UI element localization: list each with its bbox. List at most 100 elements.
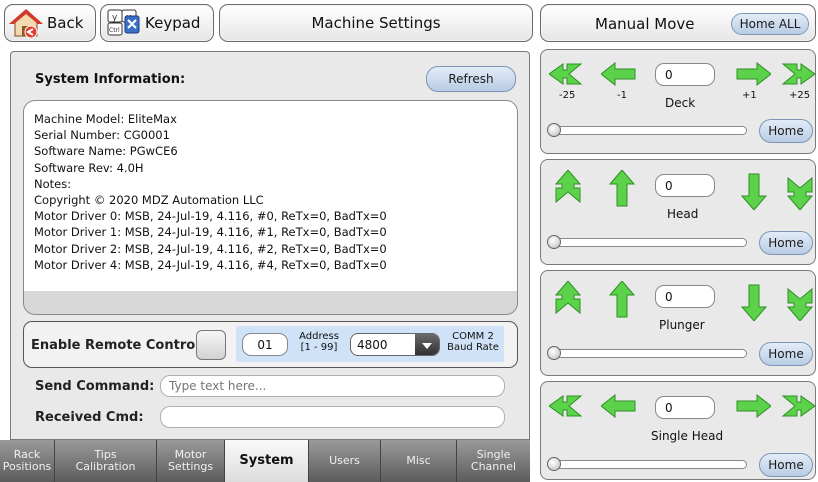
fast-right-arrow-icon[interactable] bbox=[777, 62, 815, 86]
fast-left-arrow-icon[interactable] bbox=[549, 62, 587, 86]
down-arrow-icon[interactable] bbox=[741, 172, 767, 210]
info-list: Machine Model: EliteMax Serial Number: C… bbox=[34, 111, 387, 273]
dropdown-arrow-icon bbox=[415, 334, 439, 355]
plunger-slider[interactable] bbox=[549, 349, 747, 358]
left-arrow-icon[interactable] bbox=[601, 62, 637, 86]
up-arrow-icon[interactable] bbox=[609, 170, 635, 208]
enable-remote-checkbox[interactable] bbox=[196, 330, 226, 360]
right-arrow-icon[interactable] bbox=[735, 394, 771, 418]
deck-panel: -25 -1 0 Deck +1 +25 Home bbox=[540, 49, 816, 154]
deck-position-value: 0 bbox=[665, 67, 673, 82]
info-line: Copyright © 2020 MDZ Automation LLC bbox=[34, 193, 264, 208]
info-line: Notes: bbox=[34, 176, 72, 191]
head-home-button[interactable]: Home bbox=[759, 231, 813, 255]
fast-left-arrow-icon[interactable] bbox=[549, 394, 587, 418]
tab-tips-calibration[interactable]: Tips Calibration bbox=[55, 440, 157, 482]
deck-position-input[interactable]: 0 bbox=[655, 63, 715, 86]
single-head-slider[interactable] bbox=[549, 460, 747, 469]
fast-right-arrow-icon[interactable] bbox=[777, 394, 815, 418]
page-title-bar: Machine Settings bbox=[219, 4, 533, 42]
received-cmd-field bbox=[160, 406, 505, 428]
plunger-home-button[interactable]: Home bbox=[759, 342, 813, 366]
single-head-position-input[interactable]: 0 bbox=[655, 396, 715, 419]
single-head-position-value: 0 bbox=[665, 400, 673, 415]
send-command-label: Send Command: bbox=[35, 379, 155, 394]
address-label-line1: Address bbox=[299, 331, 339, 342]
back-label: Back bbox=[47, 14, 84, 32]
address-label: Address [1 - 99] bbox=[293, 331, 345, 353]
keypad-icon: y x Ctrl bbox=[107, 9, 140, 36]
left-arrow-icon[interactable] bbox=[601, 394, 637, 418]
head-panel: 0 Head Home bbox=[540, 159, 816, 265]
tab-motor-settings[interactable]: Motor Settings bbox=[157, 440, 225, 482]
plunger-axis-label: Plunger bbox=[659, 318, 705, 332]
deck-slider[interactable] bbox=[549, 126, 747, 135]
deck-label-plus1: +1 bbox=[742, 90, 757, 101]
address-label-line2: [1 - 99] bbox=[300, 342, 338, 353]
fast-down-arrow-icon[interactable] bbox=[787, 172, 813, 210]
received-cmd-label: Received Cmd: bbox=[35, 410, 144, 425]
back-button[interactable]: Back bbox=[4, 4, 96, 42]
tab-label-line2: Calibration bbox=[75, 460, 136, 473]
plunger-slider-knob[interactable] bbox=[547, 346, 561, 360]
single-head-home-button[interactable]: Home bbox=[759, 453, 813, 477]
down-arrow-icon[interactable] bbox=[741, 283, 767, 321]
plunger-panel: 0 Plunger Home bbox=[540, 270, 816, 376]
home-all-button[interactable]: Home ALL bbox=[731, 13, 809, 35]
up-arrow-icon[interactable] bbox=[609, 281, 635, 319]
tab-label: Misc bbox=[406, 454, 431, 467]
deck-label-minus1: -1 bbox=[617, 90, 627, 101]
home-icon bbox=[9, 9, 43, 38]
tab-label-line2: Positions bbox=[2, 460, 52, 473]
svg-text:y: y bbox=[112, 13, 118, 23]
home-label: Home bbox=[768, 458, 804, 472]
head-slider[interactable] bbox=[549, 238, 747, 247]
fast-down-arrow-icon[interactable] bbox=[787, 283, 813, 321]
right-arrow-icon[interactable] bbox=[735, 62, 771, 86]
home-label: Home bbox=[768, 347, 804, 361]
head-axis-label: Head bbox=[667, 207, 699, 221]
refresh-button[interactable]: Refresh bbox=[426, 66, 516, 92]
fast-up-arrow-icon[interactable] bbox=[555, 281, 581, 319]
deck-home-button[interactable]: Home bbox=[759, 119, 813, 143]
comm-label-line2: Baud Rate bbox=[447, 342, 499, 353]
info-line: Motor Driver 0: MSB, 24-Jul-19, 4.116, #… bbox=[34, 209, 387, 224]
tab-misc[interactable]: Misc bbox=[381, 440, 457, 482]
comm-label-line1: COMM 2 bbox=[452, 331, 494, 342]
head-position-value: 0 bbox=[665, 178, 673, 193]
home-all-label: Home ALL bbox=[739, 17, 801, 31]
info-line: Motor Driver 1: MSB, 24-Jul-19, 4.116, #… bbox=[34, 225, 387, 240]
tab-label: Users bbox=[329, 454, 360, 467]
deck-label-minus25: -25 bbox=[559, 90, 576, 101]
single-head-axis-label: Single Head bbox=[651, 429, 724, 443]
info-line: Serial Number: CG0001 bbox=[34, 128, 170, 143]
deck-axis-label: Deck bbox=[665, 96, 696, 110]
keypad-label: Keypad bbox=[145, 14, 201, 32]
tab-users[interactable]: Users bbox=[309, 440, 381, 482]
comm-label: COMM 2 Baud Rate bbox=[444, 331, 502, 353]
single-head-slider-knob[interactable] bbox=[547, 457, 561, 471]
deck-slider-knob[interactable] bbox=[547, 123, 561, 137]
fast-up-arrow-icon[interactable] bbox=[555, 170, 581, 208]
tab-single-channel[interactable]: Single Channel bbox=[457, 440, 530, 482]
plunger-position-input[interactable]: 0 bbox=[655, 285, 715, 308]
refresh-label: Refresh bbox=[448, 72, 494, 86]
manual-move-title: Manual Move bbox=[595, 15, 695, 33]
info-line: Machine Model: EliteMax bbox=[34, 112, 177, 126]
address-input[interactable]: 01 bbox=[242, 333, 288, 356]
tab-label-line2: Channel bbox=[470, 460, 517, 473]
keypad-button[interactable]: y x Ctrl Keypad bbox=[100, 4, 214, 42]
home-label: Home bbox=[768, 236, 804, 250]
tab-rack-positions[interactable]: Rack Positions bbox=[0, 440, 55, 482]
baud-rate-select[interactable]: 4800 bbox=[350, 333, 440, 356]
tab-system[interactable]: System bbox=[225, 440, 309, 482]
info-line: Motor Driver 4: MSB, 24-Jul-19, 4.116, #… bbox=[34, 257, 387, 272]
deck-label-plus25: +25 bbox=[789, 90, 811, 101]
page-title: Machine Settings bbox=[311, 14, 441, 32]
tab-label: System bbox=[239, 453, 294, 468]
tab-label-line2: Settings bbox=[167, 460, 214, 473]
plunger-position-value: 0 bbox=[665, 289, 673, 304]
head-position-input[interactable]: 0 bbox=[655, 174, 715, 197]
send-command-input[interactable] bbox=[160, 375, 505, 397]
head-slider-knob[interactable] bbox=[547, 235, 561, 249]
